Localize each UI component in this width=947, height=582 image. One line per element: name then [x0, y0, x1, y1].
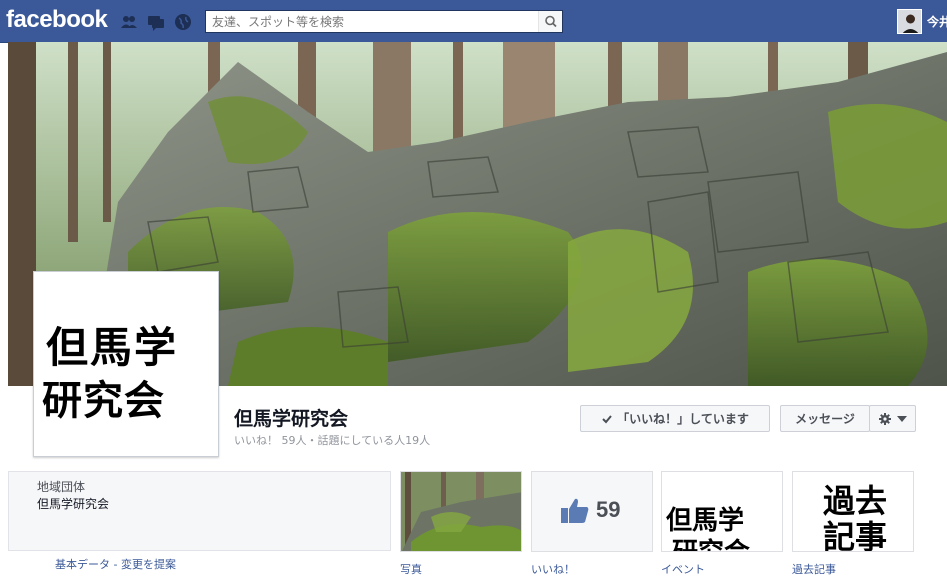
user-avatar[interactable]: [897, 9, 922, 34]
likes-summary: 59: [560, 496, 620, 524]
photos-label[interactable]: 写真: [400, 561, 422, 577]
username-link[interactable]: 今井: [927, 13, 947, 30]
settings-dropdown-button[interactable]: [869, 405, 916, 432]
search-icon: [545, 15, 557, 28]
message-button[interactable]: メッセージ: [780, 405, 870, 432]
profile-picture-image: 但馬学 研究会: [38, 276, 214, 452]
profile-picture[interactable]: 但馬学 研究会: [33, 271, 219, 457]
caret-down-icon: [896, 415, 907, 422]
friend-requests-icon[interactable]: [120, 13, 138, 31]
likes-count: 59: [596, 497, 621, 522]
notifications-globe-icon[interactable]: [174, 13, 192, 31]
search-button[interactable]: [538, 11, 562, 32]
gear-icon: [878, 412, 891, 425]
profile-picture-text-line2: 研究会: [42, 377, 165, 424]
photos-thumbnail-image: [401, 472, 521, 551]
page-stats: いいね！ 59人・話題にしている人19人: [234, 434, 431, 447]
events-label[interactable]: イベント: [661, 561, 705, 577]
past-posts-label[interactable]: 過去記事: [792, 561, 836, 577]
past-posts-text-line2: 記事: [823, 518, 888, 552]
page-category[interactable]: 地域団体: [37, 478, 85, 495]
events-tile-text-line2: 研究会: [672, 532, 750, 551]
facebook-logo[interactable]: facebook: [6, 6, 108, 34]
liked-button[interactable]: 「いいね！」しています: [580, 405, 770, 432]
likes-label[interactable]: いいね！: [531, 561, 575, 577]
about-box: 地域団体 但馬学研究会: [8, 471, 391, 551]
profile-picture-text-line1: 但馬学: [46, 323, 179, 372]
search-box: [205, 10, 563, 33]
message-button-label: メッセージ: [795, 412, 855, 426]
events-tile[interactable]: 但馬学 研究会: [661, 471, 783, 552]
search-input[interactable]: [206, 11, 536, 32]
past-posts-tile[interactable]: 過去 記事: [792, 471, 914, 552]
photos-tile[interactable]: [400, 471, 522, 552]
thumbs-up-icon: [561, 498, 589, 523]
checkmark-icon: [602, 414, 612, 423]
liked-button-label: 「いいね！」しています: [617, 412, 749, 426]
about-suggest-edit-link[interactable]: 基本データ - 変更を提案: [55, 556, 176, 572]
user-photo-icon: [898, 10, 921, 33]
messages-icon[interactable]: [147, 13, 165, 31]
page-title[interactable]: 但馬学研究会: [234, 404, 348, 431]
likes-tile[interactable]: 59: [531, 471, 653, 552]
about-page-name: 但馬学研究会: [37, 497, 110, 511]
top-bar: facebook 今井: [0, 0, 947, 43]
